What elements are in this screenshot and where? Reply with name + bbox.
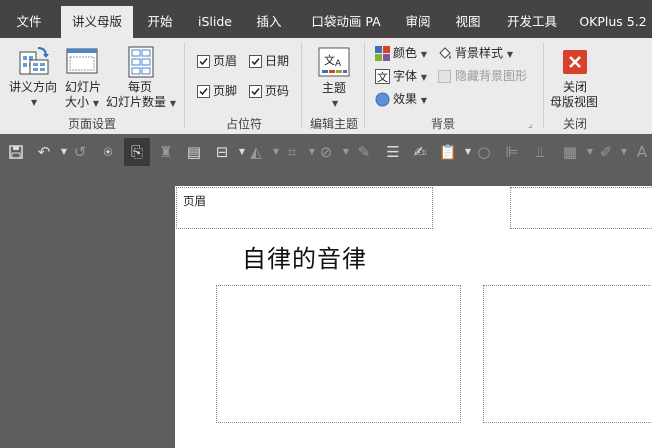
page-number-checkbox[interactable] [249,85,262,98]
close-label-1: 关闭 [563,80,588,94]
colors-icon [375,46,390,61]
group-title-edit-theme: 编辑主题 [309,117,358,131]
undo-icon[interactable]: ↶ [34,142,54,162]
tab-pocket-animation[interactable]: 口袋动画 PA [305,6,387,38]
svg-text:A: A [335,59,342,69]
slide-size-label-1: 幻灯片 [65,80,102,94]
header-checkbox[interactable] [197,55,210,68]
ribbon: 讲义方向 ▼ 幻灯片 大小 ▼ 每页 幻灯片数量 ▼ 页面设置 页眉 日期 页脚… [0,38,652,135]
svg-text:文: 文 [377,70,388,84]
slideshow-from-start-icon[interactable]: ⍟ [98,142,118,162]
circle-shape-icon[interactable]: ○ [474,142,494,162]
chevron-down-icon: ▼ [420,96,427,105]
chevron-down-icon[interactable]: ▼ [336,142,356,162]
paste-icon[interactable]: 📋 [438,142,458,162]
quick-access-toolbar: ↶ ▼ ↺ ⍟ ⎘ ♜ ▤ ⊟ ▼ ◭ ▼ ⌗ ▼ ⊘ ▼ ✎ ☰ ✍ 📋 ▼ … [0,134,652,170]
animation-painter-icon[interactable]: ♜ [156,142,176,162]
save-icon[interactable] [6,142,26,162]
merge-shapes-icon[interactable]: ⊘ [316,142,336,162]
chevron-down-icon: ▼ [31,98,38,107]
header-placeholder-text: 页眉 [183,194,206,208]
theme-label: 主题 [322,81,347,95]
slide-size-icon [66,48,98,74]
handout-orientation-icon [19,47,49,75]
bar-chart-icon[interactable]: ⫫ [530,142,550,162]
align-icon[interactable]: ⊟ [212,142,232,162]
tab-view[interactable]: 视图 [447,6,489,38]
tab-file[interactable]: 文件 [5,6,53,38]
tab-insert[interactable]: 插入 [247,6,291,38]
group-title-placeholders: 占位符 [225,117,262,131]
fonts-icon: 文 [375,69,390,84]
checkmark-icon [199,58,208,66]
text-box-icon[interactable]: ▤ [184,142,204,162]
tab-handout-master[interactable]: 讲义母版 [61,6,133,38]
fonts-label: 字体 [393,69,418,83]
svg-text:文: 文 [324,53,335,67]
brush-icon[interactable]: ✍ [410,142,430,162]
chevron-down-icon: ▼ [169,99,176,108]
tab-okplus[interactable]: OKPlus 5.2 [574,6,652,38]
theme-icon: 文 A [318,47,350,77]
colors-label: 颜色 [393,46,418,60]
chevron-down-icon[interactable]: ▼ [614,142,634,162]
tab-home[interactable]: 开始 [139,6,181,38]
background-styles-label: 背景样式 [455,46,504,60]
slide-size-label-2: 大小 [65,95,90,109]
slide-thumbnail-placeholder[interactable] [216,285,461,423]
close-icon [563,50,587,74]
group-title-page-setup: 页面设置 [67,117,116,131]
pen-icon[interactable]: ✐ [596,142,616,162]
checkmark-icon [199,88,208,96]
rotate-icon[interactable]: ◭ [246,142,266,162]
effects-label: 效果 [393,92,418,106]
font-icon[interactable]: A [632,142,652,162]
bullets-icon[interactable]: ☰ [383,142,403,162]
format-painter-icon[interactable]: ✎ [354,142,374,162]
hide-background-label: 隐藏背景图形 [455,69,528,83]
slides-per-page-icon [128,46,154,78]
tab-developer[interactable]: 开发工具 [500,6,564,38]
date-checkbox[interactable] [249,55,262,68]
slides-per-page-label-1: 每页 [128,80,153,94]
tab-review[interactable]: 审阅 [397,6,439,38]
chevron-down-icon: ▼ [332,99,339,108]
slides-per-page-label-2: 幻灯片数量 [106,95,167,109]
distribute-icon[interactable]: ⌗ [282,142,302,162]
paint-bucket-icon [439,47,451,59]
grid-icon[interactable]: ▦ [560,142,580,162]
date-placeholder[interactable] [510,187,652,229]
slide-title-text[interactable]: 自律的音律 [242,239,367,274]
group-title-background: 背景 [430,117,455,131]
redo-icon[interactable]: ↺ [70,142,90,162]
chevron-down-icon: ▼ [506,50,513,59]
group-divider [543,42,544,128]
selection-pane-icon[interactable]: ⎘ [124,138,150,166]
close-label-2: 母版视图 [550,95,599,109]
tab-islide[interactable]: iSlide [190,6,240,38]
chevron-down-icon: ▼ [92,99,99,108]
group-divider [184,42,185,128]
header-checkbox-label: 页眉 [213,54,238,68]
page-number-checkbox-label: 页码 [265,84,290,98]
align-left-icon[interactable]: ⊫ [502,142,522,162]
group-title-close: 关闭 [562,117,587,131]
effects-icon [375,92,390,107]
footer-checkbox[interactable] [197,85,210,98]
group-divider [301,42,302,128]
handout-orientation-label: 讲义方向 [9,80,58,94]
checkmark-icon [251,88,260,96]
dialog-launcher-icon[interactable]: ⌟ [528,118,532,133]
footer-checkbox-label: 页脚 [213,84,238,98]
group-divider [364,42,365,128]
date-checkbox-label: 日期 [265,54,290,68]
hide-background-checkbox[interactable] [438,70,451,83]
header-placeholder[interactable]: 页眉 [176,187,433,229]
menu-bar: 文件 讲义母版 开始 iSlide 插入 口袋动画 PA 审阅 视图 开发工具 … [0,0,652,38]
chevron-down-icon: ▼ [420,73,427,82]
chevron-down-icon: ▼ [420,50,427,59]
handout-slide[interactable]: 页眉 自律的音律 [175,186,652,448]
slide-thumbnail-placeholder[interactable] [483,285,652,423]
checkmark-icon [251,58,260,66]
